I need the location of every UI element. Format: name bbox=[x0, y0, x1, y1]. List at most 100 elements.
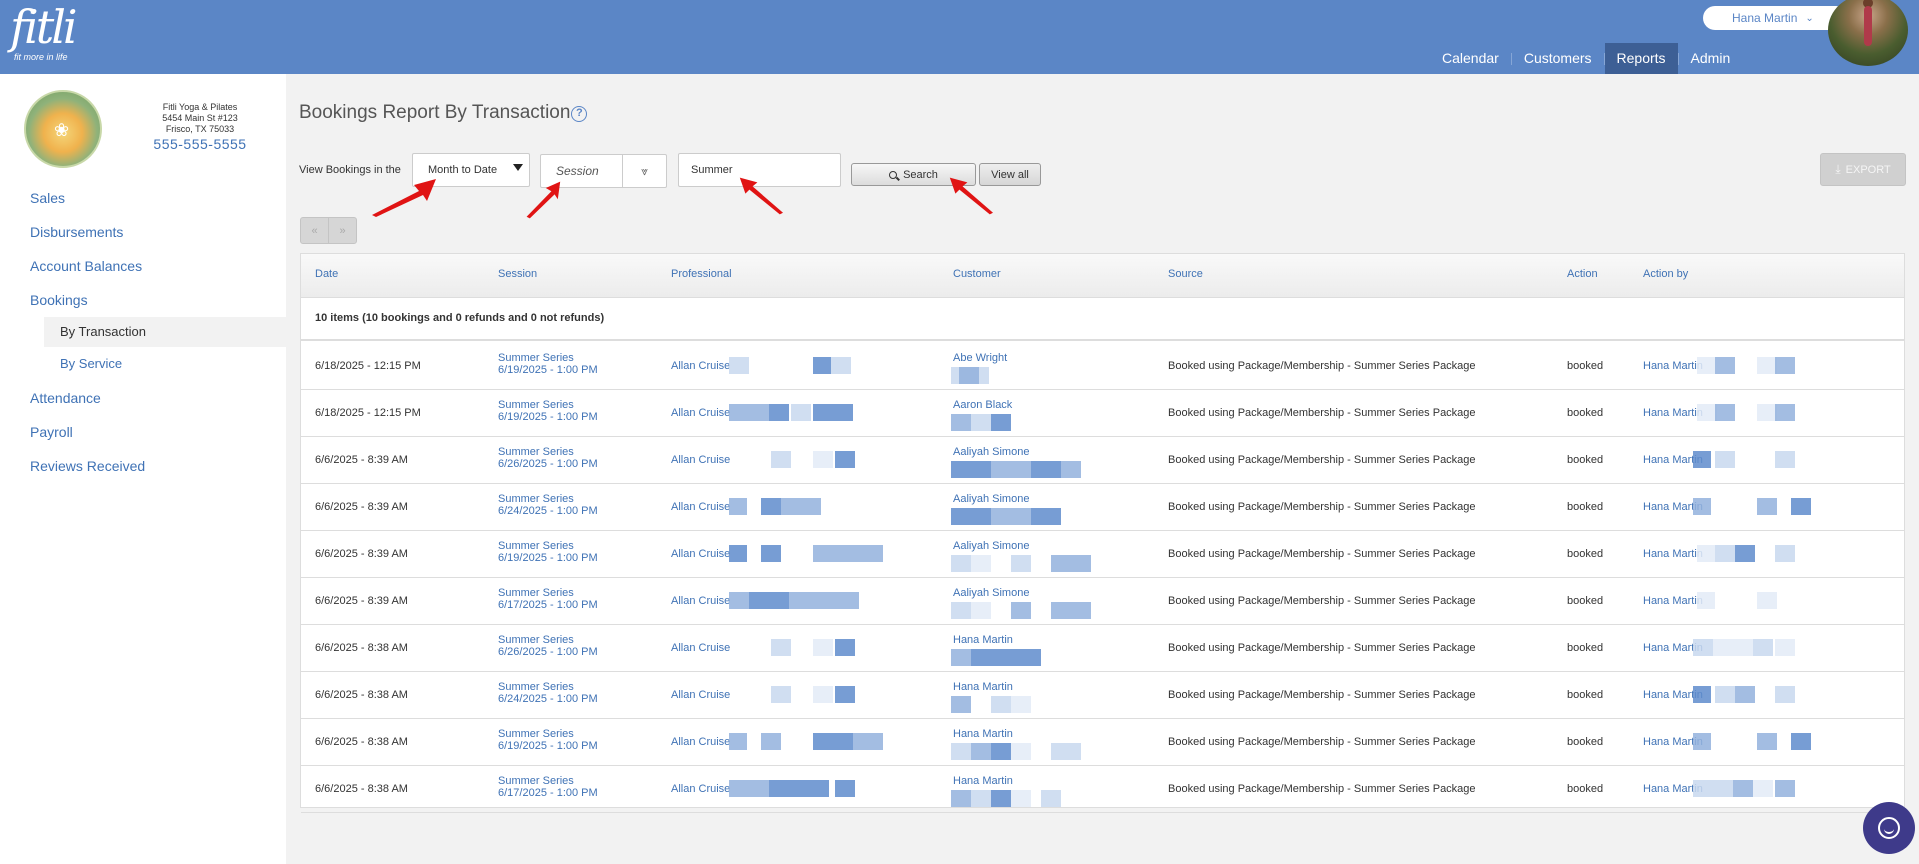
cell-professional[interactable]: Allan Cruise bbox=[671, 642, 730, 654]
cell-professional[interactable]: Allan Cruise bbox=[671, 783, 730, 795]
redaction-block bbox=[853, 733, 883, 750]
sidebar-sub-by-service[interactable]: By Service bbox=[44, 349, 286, 379]
redaction-block bbox=[1693, 451, 1711, 468]
redaction-block bbox=[1753, 639, 1773, 656]
cell-session[interactable]: Summer Series 6/24/2025 - 1:00 PM bbox=[498, 681, 598, 705]
session-select[interactable]: Session ⩔ bbox=[540, 154, 667, 188]
cell-customer[interactable]: Hana Martin bbox=[953, 681, 1013, 693]
redaction-block bbox=[833, 404, 853, 421]
cell-source: Booked using Package/Membership - Summer… bbox=[1168, 548, 1476, 560]
cell-customer[interactable]: Abe Wright bbox=[953, 352, 1007, 364]
column-header-customer[interactable]: Customer bbox=[953, 268, 1001, 280]
user-menu[interactable]: Hana Martin ⌄ bbox=[1703, 6, 1848, 30]
column-header-source[interactable]: Source bbox=[1168, 268, 1203, 280]
double-chevron-down-icon[interactable]: ⩔ bbox=[622, 155, 666, 187]
chat-widget-button[interactable] bbox=[1863, 802, 1915, 854]
column-header-action[interactable]: Action bbox=[1567, 268, 1598, 280]
cell-customer[interactable]: Hana Martin bbox=[953, 634, 1013, 646]
session-name: Summer Series bbox=[498, 728, 574, 740]
date-range-select[interactable]: Month to Date bbox=[412, 153, 530, 187]
redaction-block bbox=[729, 592, 749, 609]
cell-customer[interactable]: Hana Martin bbox=[953, 775, 1013, 787]
cell-action-by[interactable]: Hana Martin bbox=[1643, 595, 1703, 607]
cell-session[interactable]: Summer Series 6/19/2025 - 1:00 PM bbox=[498, 352, 598, 376]
table-row: 6/6/2025 - 8:39 AM Summer Series 6/24/2025… bbox=[301, 484, 1904, 531]
cell-session[interactable]: Summer Series 6/19/2025 - 1:00 PM bbox=[498, 540, 598, 564]
redaction-block bbox=[813, 686, 833, 703]
nav-reports[interactable]: Reports bbox=[1604, 43, 1678, 74]
session-time: 6/17/2025 - 1:00 PM bbox=[498, 599, 598, 611]
sidebar-item-reviews-received[interactable]: Reviews Received bbox=[30, 458, 145, 474]
cell-professional[interactable]: Allan Cruise bbox=[671, 689, 730, 701]
cell-customer[interactable]: Aaron Black bbox=[953, 399, 1012, 411]
redaction-block bbox=[1775, 686, 1795, 703]
sidebar-item-account-balances[interactable]: Account Balances bbox=[30, 258, 142, 274]
column-header-action-by[interactable]: Action by bbox=[1643, 268, 1688, 280]
sidebar-item-disbursements[interactable]: Disbursements bbox=[30, 224, 123, 240]
fitli-logo[interactable]: fitli fit more in life bbox=[10, 4, 100, 64]
cell-session[interactable]: Summer Series 6/26/2025 - 1:00 PM bbox=[498, 446, 598, 470]
search-button[interactable]: Search bbox=[851, 163, 976, 186]
redaction-block bbox=[951, 602, 971, 619]
column-header-date[interactable]: Date bbox=[315, 268, 338, 280]
cell-action-by[interactable]: Hana Martin bbox=[1643, 407, 1703, 419]
cell-professional[interactable]: Allan Cruise bbox=[671, 501, 730, 513]
cell-customer[interactable]: Aaliyah Simone bbox=[953, 587, 1029, 599]
search-icon bbox=[889, 170, 898, 179]
redaction-block bbox=[951, 649, 971, 666]
cell-professional[interactable]: Allan Cruise bbox=[671, 407, 730, 419]
studio-phone[interactable]: 555-555-5555 bbox=[130, 137, 270, 151]
cell-date: 6/6/2025 - 8:38 AM bbox=[315, 736, 408, 748]
cell-customer[interactable]: Hana Martin bbox=[953, 728, 1013, 740]
cell-professional[interactable]: Allan Cruise bbox=[671, 595, 730, 607]
avatar[interactable] bbox=[1828, 0, 1908, 66]
session-time: 6/19/2025 - 1:00 PM bbox=[498, 552, 598, 564]
cell-professional[interactable]: Allan Cruise bbox=[671, 360, 730, 372]
cell-session[interactable]: Summer Series 6/17/2025 - 1:00 PM bbox=[498, 775, 598, 799]
studio-name: Fitli Yoga & Pilates bbox=[162, 102, 238, 112]
redaction-block bbox=[1011, 602, 1031, 619]
redaction-block bbox=[1775, 404, 1795, 421]
pager-prev[interactable]: « bbox=[301, 218, 328, 243]
table-header: Date Session Professional Customer Sourc… bbox=[301, 254, 1904, 298]
cell-action-by[interactable]: Hana Martin bbox=[1643, 360, 1703, 372]
sidebar-item-bookings[interactable]: Bookings bbox=[30, 292, 88, 308]
column-header-session[interactable]: Session bbox=[498, 268, 537, 280]
nav-customers[interactable]: Customers bbox=[1512, 43, 1604, 74]
cell-action: booked bbox=[1567, 736, 1604, 748]
cell-professional[interactable]: Allan Cruise bbox=[671, 454, 730, 466]
redaction-block bbox=[789, 592, 829, 609]
redaction-block bbox=[1011, 790, 1031, 807]
cell-session[interactable]: Summer Series 6/19/2025 - 1:00 PM bbox=[498, 728, 598, 752]
cell-customer[interactable]: Aaliyah Simone bbox=[953, 446, 1029, 458]
cell-source: Booked using Package/Membership - Summer… bbox=[1168, 407, 1476, 419]
cell-session[interactable]: Summer Series 6/19/2025 - 1:00 PM bbox=[498, 399, 598, 423]
redaction-block bbox=[991, 414, 1011, 431]
redaction-block bbox=[1715, 451, 1735, 468]
nav-calendar[interactable]: Calendar bbox=[1430, 43, 1511, 74]
nav-admin[interactable]: Admin bbox=[1679, 43, 1743, 74]
column-header-professional[interactable]: Professional bbox=[671, 268, 732, 280]
sidebar-item-payroll[interactable]: Payroll bbox=[30, 424, 73, 440]
session-time: 6/26/2025 - 1:00 PM bbox=[498, 458, 598, 470]
help-icon[interactable]: ? bbox=[571, 106, 588, 122]
sidebar-item-sales[interactable]: Sales bbox=[30, 190, 65, 206]
session-name: Summer Series bbox=[498, 681, 574, 693]
cell-action-by[interactable]: Hana Martin bbox=[1643, 548, 1703, 560]
sidebar-item-attendance[interactable]: Attendance bbox=[30, 390, 101, 406]
table-row: 6/6/2025 - 8:39 AM Summer Series 6/19/2025… bbox=[301, 531, 1904, 578]
cell-customer[interactable]: Aaliyah Simone bbox=[953, 493, 1029, 505]
session-time: 6/17/2025 - 1:00 PM bbox=[498, 787, 598, 799]
cell-customer[interactable]: Aaliyah Simone bbox=[953, 540, 1029, 552]
cell-session[interactable]: Summer Series 6/26/2025 - 1:00 PM bbox=[498, 634, 598, 658]
sidebar-sub-by-transaction[interactable]: By Transaction bbox=[44, 317, 286, 347]
cell-professional[interactable]: Allan Cruise bbox=[671, 548, 730, 560]
cell-session[interactable]: Summer Series 6/24/2025 - 1:00 PM bbox=[498, 493, 598, 517]
export-button[interactable]: ⤓ EXPORT bbox=[1820, 153, 1906, 186]
pager-next[interactable]: » bbox=[328, 218, 356, 243]
table-row: 6/18/2025 - 12:15 PM Summer Series 6/19/20… bbox=[301, 343, 1904, 390]
search-input[interactable]: Summer bbox=[678, 153, 841, 187]
cell-professional[interactable]: Allan Cruise bbox=[671, 736, 730, 748]
cell-session[interactable]: Summer Series 6/17/2025 - 1:00 PM bbox=[498, 587, 598, 611]
view-all-button[interactable]: View all bbox=[979, 163, 1041, 186]
